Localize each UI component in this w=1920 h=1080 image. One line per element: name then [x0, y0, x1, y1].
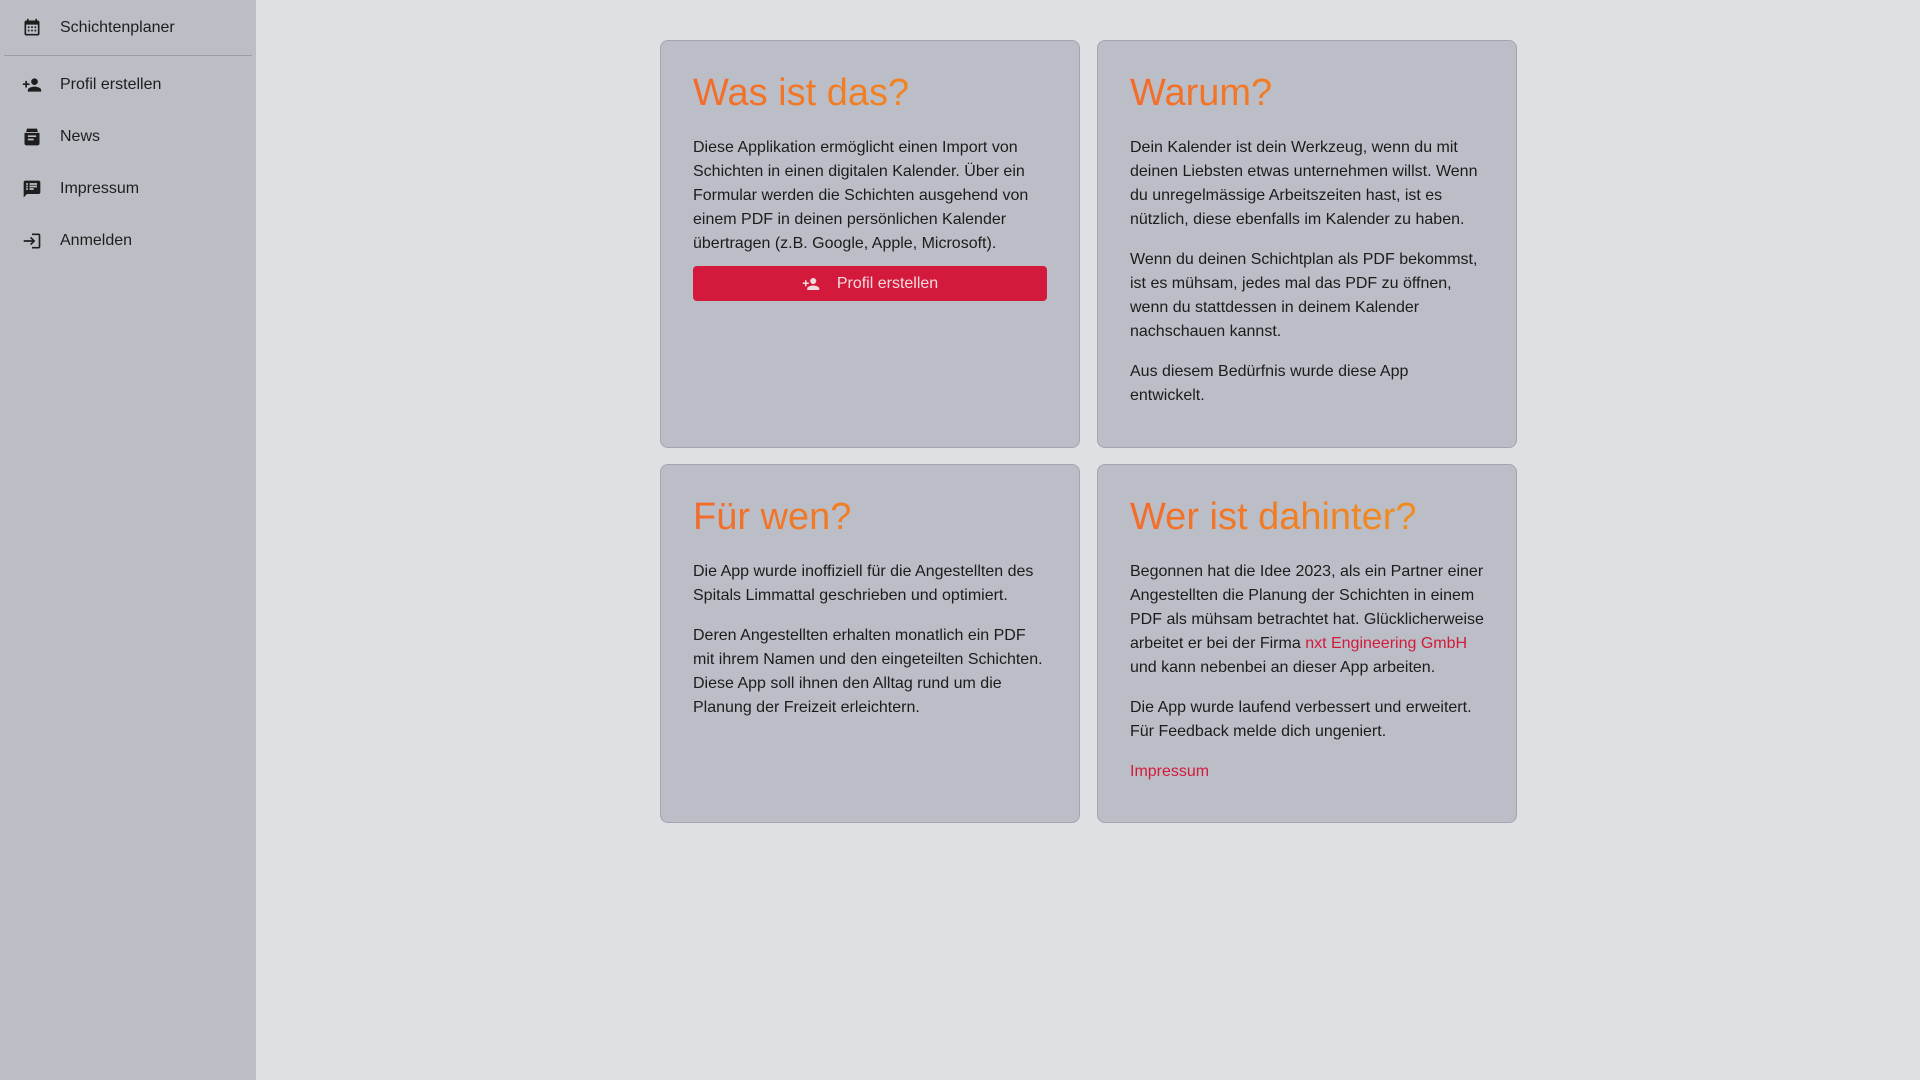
- calendar-icon: [22, 18, 42, 38]
- card-text: Deren Angestellten erhalten monatlich ei…: [693, 627, 1043, 716]
- card-title: Was ist das?: [693, 74, 1047, 112]
- card-text: Aus diesem Bedürfnis wurde diese App ent…: [1130, 363, 1409, 404]
- sidebar-item-impressum[interactable]: Impressum: [0, 163, 256, 215]
- card-who-for: Für wen? Die App wurde inoffiziell für d…: [660, 464, 1080, 823]
- sidebar-item-label: Profil erstellen: [60, 76, 162, 93]
- sidebar-nav: Profil erstellen News Impressum Anmelden: [0, 56, 256, 267]
- card-text: Begonnen hat die Idee 2023, als ein Part…: [1130, 560, 1484, 680]
- sidebar-item-label: News: [60, 128, 101, 145]
- card-why: Warum? Dein Kalender ist dein Werkzeug, …: [1097, 40, 1517, 448]
- card-title: Warum?: [1130, 74, 1484, 112]
- person-add-icon: [22, 75, 42, 95]
- sidebar-item-label: Impressum: [60, 180, 140, 197]
- impressum-link[interactable]: Impressum: [1130, 763, 1209, 780]
- news-mail-icon: [22, 127, 42, 147]
- sidebar-brand[interactable]: Schichtenplaner: [4, 0, 252, 56]
- card-text: Die App wurde inoffiziell für die Angest…: [693, 563, 1034, 604]
- card-title: Für wen?: [693, 498, 1047, 536]
- company-link[interactable]: nxt Engineering GmbH: [1305, 635, 1467, 652]
- sidebar-item-label: Anmelden: [60, 232, 133, 249]
- button-label: Profil erstellen: [836, 274, 939, 292]
- text-segment: und kann nebenbei an dieser App arbeiten…: [1130, 659, 1436, 676]
- sidebar-item-news[interactable]: News: [0, 111, 256, 163]
- card-text: Dein Kalender ist dein Werkzeug, wenn du…: [1130, 139, 1478, 228]
- sidebar-item-profil-erstellen[interactable]: Profil erstellen: [0, 59, 256, 111]
- card-what: Was ist das? Diese Applikation ermöglich…: [660, 40, 1080, 448]
- brand-label: Schichtenplaner: [60, 18, 175, 36]
- login-icon: [22, 231, 42, 251]
- sidebar-item-anmelden[interactable]: Anmelden: [0, 215, 256, 267]
- card-text: Wenn du deinen Schichtplan als PDF bekom…: [1130, 251, 1478, 340]
- card-text: Diese Applikation ermöglicht einen Impor…: [693, 139, 1029, 252]
- profil-erstellen-button[interactable]: Profil erstellen: [693, 266, 1047, 301]
- impressum-paragraph: Impressum: [1130, 760, 1484, 784]
- sidebar: Schichtenplaner Profil erstellen News Im…: [0, 0, 256, 1080]
- main-content: Was ist das? Diese Applikation ermöglich…: [256, 0, 1920, 1080]
- card-title: Wer ist dahinter?: [1130, 498, 1484, 536]
- card-who-behind: Wer ist dahinter? Begonnen hat die Idee …: [1097, 464, 1517, 823]
- person-add-icon: [802, 277, 820, 290]
- list-note-icon: [22, 179, 42, 199]
- card-text: Die App wurde laufend verbessert und erw…: [1130, 699, 1472, 740]
- info-card-grid: Was ist das? Diese Applikation ermöglich…: [660, 40, 1517, 823]
